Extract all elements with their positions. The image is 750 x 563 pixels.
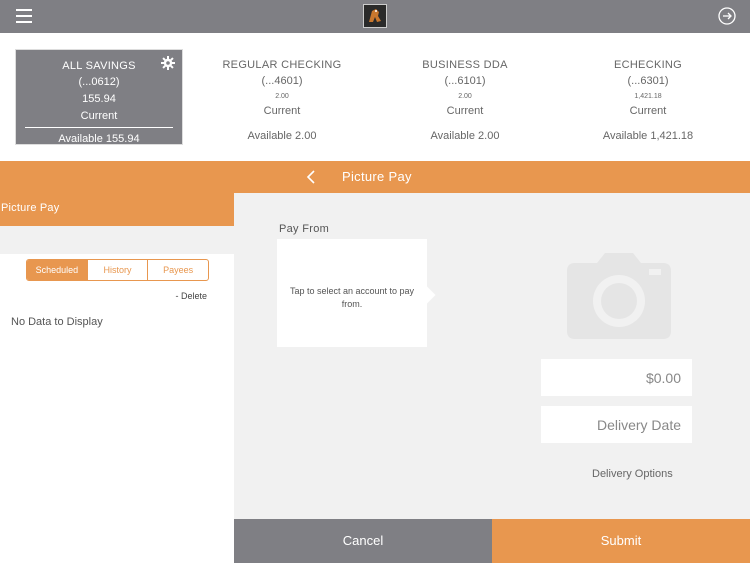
logout-icon[interactable] bbox=[717, 6, 737, 26]
account-status: Current bbox=[446, 105, 484, 117]
amount-input[interactable] bbox=[541, 359, 692, 396]
top-bar bbox=[0, 0, 750, 33]
delete-button[interactable]: - Delete bbox=[175, 291, 207, 301]
tab-history[interactable]: History bbox=[88, 260, 149, 280]
camera-icon[interactable] bbox=[567, 253, 671, 339]
empty-message: No Data to Display bbox=[11, 316, 103, 328]
delivery-date-input[interactable] bbox=[541, 406, 692, 443]
account-tile-all-savings[interactable]: ALL SAVINGS (...0612) 155.94 Current Ava… bbox=[15, 49, 183, 145]
account-available: Available 1,421.18 bbox=[602, 130, 694, 142]
tab-scheduled[interactable]: Scheduled bbox=[27, 260, 88, 280]
left-panel-title: Picture Pay bbox=[0, 193, 234, 226]
account-available: Available 2.00 bbox=[247, 130, 317, 142]
page-title: Picture Pay bbox=[342, 169, 412, 184]
account-balance: 155.94 bbox=[82, 93, 116, 105]
account-status: Current bbox=[80, 110, 118, 122]
account-status: Current bbox=[629, 105, 667, 117]
account-name: REGULAR CHECKING bbox=[222, 59, 342, 71]
payment-form: Pay From Tap to select an account to pay… bbox=[234, 193, 750, 519]
account-number: (...6301) bbox=[627, 75, 669, 87]
cancel-button[interactable]: Cancel bbox=[234, 519, 492, 563]
account-name: BUSINESS DDA bbox=[422, 59, 508, 71]
delivery-options-link[interactable]: Delivery Options bbox=[592, 468, 673, 480]
account-selector: ALL SAVINGS (...0612) 155.94 Current Ava… bbox=[0, 33, 750, 161]
menu-icon[interactable] bbox=[16, 9, 32, 23]
pay-from-label: Pay From bbox=[279, 223, 330, 235]
account-balance: 1,421.18 bbox=[634, 93, 662, 100]
pay-from-selector[interactable]: Tap to select an account to pay from. bbox=[277, 239, 436, 347]
account-status: Current bbox=[263, 105, 301, 117]
tab-group: Scheduled History Payees bbox=[26, 259, 209, 281]
gear-icon[interactable] bbox=[161, 56, 175, 70]
account-number: (...4601) bbox=[261, 75, 303, 87]
account-tile-business-dda[interactable]: BUSINESS DDA (...6101) 2.00 Current Avai… bbox=[381, 49, 549, 145]
pay-from-pointer bbox=[418, 286, 436, 304]
account-name: ECHECKING bbox=[613, 59, 683, 71]
pay-from-prompt: Tap to select an account to pay from. bbox=[289, 286, 415, 309]
account-number: (...6101) bbox=[444, 75, 486, 87]
left-panel-strip bbox=[0, 226, 234, 254]
account-available: Available 155.94 bbox=[25, 127, 173, 145]
page-header: Picture Pay bbox=[0, 161, 750, 193]
tab-payees[interactable]: Payees bbox=[148, 260, 208, 280]
account-tile-echecking[interactable]: ECHECKING (...6301) 1,421.18 Current Ava… bbox=[564, 49, 732, 145]
account-tile-regular-checking[interactable]: REGULAR CHECKING (...4601) 2.00 Current … bbox=[198, 49, 366, 145]
account-number: (...0612) bbox=[78, 76, 120, 88]
back-chevron-icon[interactable] bbox=[305, 169, 317, 185]
account-balance: 2.00 bbox=[275, 93, 289, 100]
account-balance: 2.00 bbox=[458, 93, 472, 100]
account-name: ALL SAVINGS bbox=[62, 60, 136, 72]
left-panel: Picture Pay Scheduled History Payees - D… bbox=[0, 193, 234, 563]
bank-logo-icon bbox=[363, 4, 387, 28]
account-available: Available 2.00 bbox=[430, 130, 500, 142]
submit-button[interactable]: Submit bbox=[492, 519, 750, 563]
